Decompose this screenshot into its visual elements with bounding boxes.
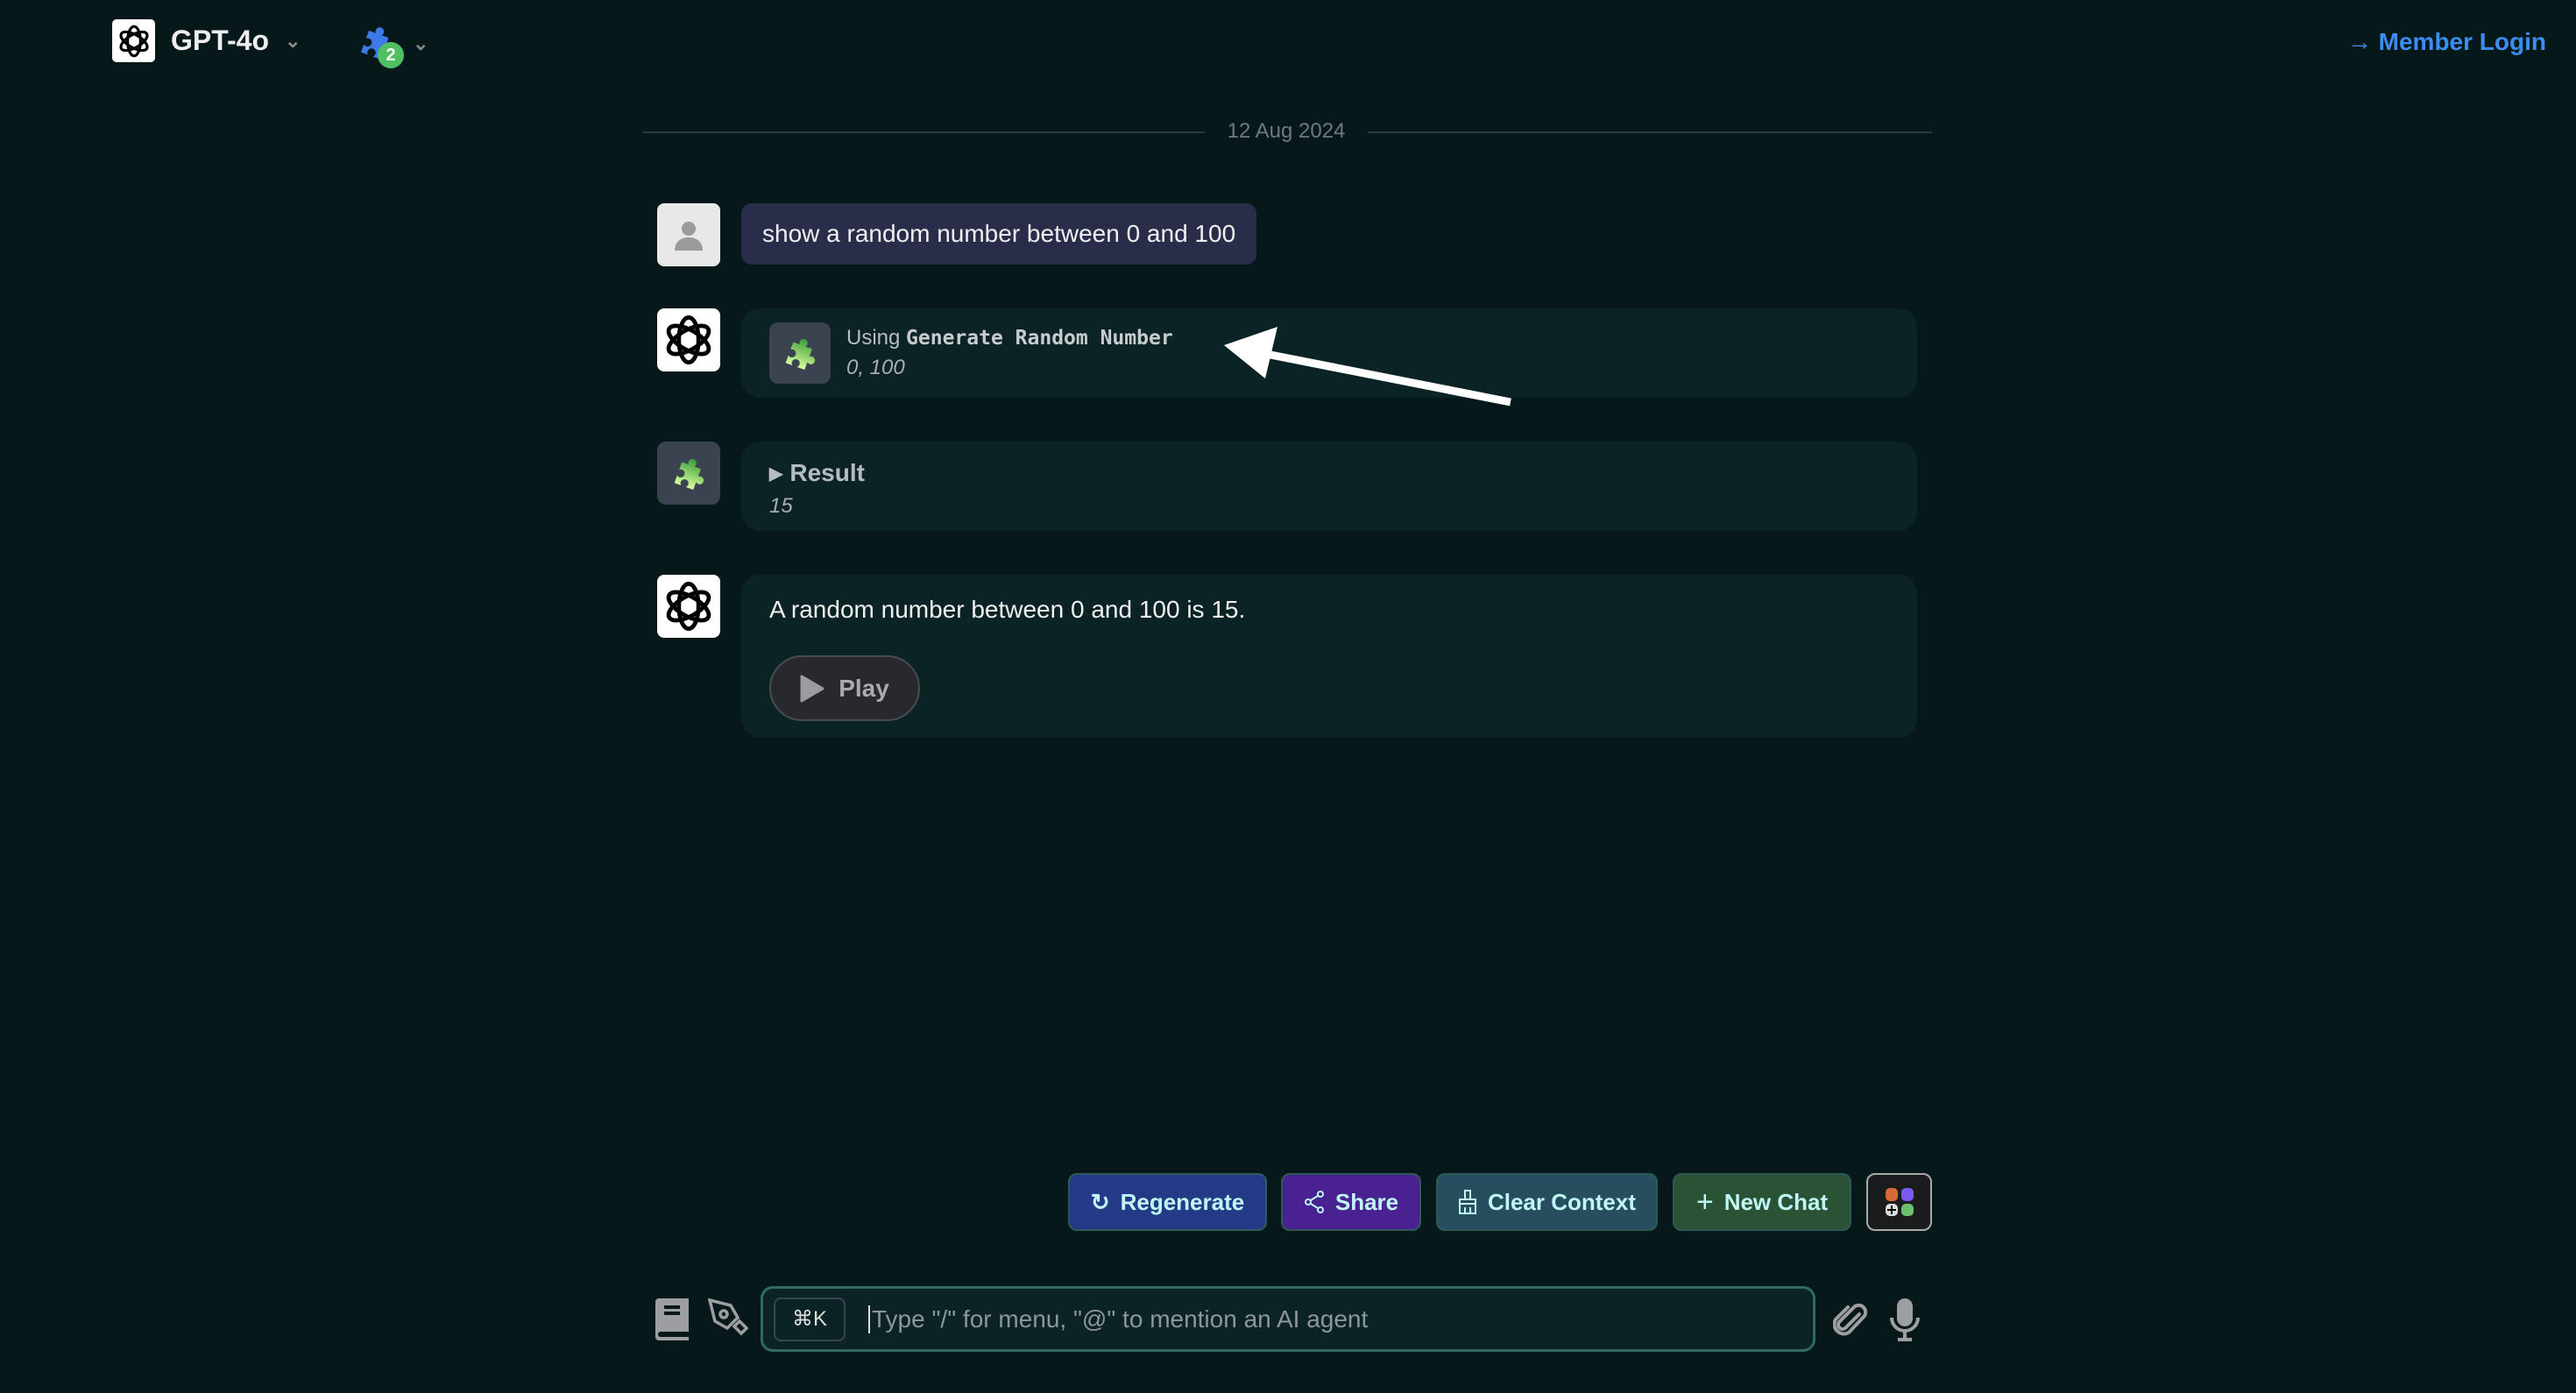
share-icon <box>1304 1191 1324 1213</box>
plugin-count-badge: 2 <box>378 42 404 68</box>
chevron-down-icon: ⌄ <box>413 32 429 54</box>
plugin-selector[interactable]: 2 ⌄ <box>355 21 429 68</box>
play-button[interactable]: Play <box>769 655 920 721</box>
result-value: 15 <box>769 494 793 518</box>
broom-icon <box>1458 1190 1476 1214</box>
regenerate-label: Regenerate <box>1120 1188 1245 1215</box>
result-card: ▶ Result 15 <box>741 442 1917 531</box>
caret-right-icon: ▶ <box>769 463 783 484</box>
tool-name: Generate Random Number <box>906 327 1173 350</box>
play-icon <box>800 675 824 702</box>
apps-button[interactable] <box>1866 1173 1932 1231</box>
member-login-link[interactable]: → Member Login <box>2347 28 2546 56</box>
openai-logo-icon <box>112 19 155 62</box>
chat-input-placeholder: Type "/" for menu, "@" to mention an AI … <box>868 1305 1368 1333</box>
chat-input[interactable]: ⌘K Type "/" for menu, "@" to mention an … <box>761 1286 1815 1352</box>
regenerate-button[interactable]: ↻ Regenerate <box>1068 1173 1267 1231</box>
assistant-avatar <box>657 575 720 638</box>
tool-prefix: Using <box>846 326 901 350</box>
apps-grid-icon <box>1885 1188 1914 1216</box>
refresh-icon: ↻ <box>1090 1188 1110 1215</box>
answer-text: A random number between 0 and 100 is 15. <box>769 596 1246 623</box>
new-chat-button[interactable]: + New Chat <box>1673 1173 1851 1231</box>
date-label: 12 Aug 2024 <box>1205 119 1368 144</box>
pen-tool-icon[interactable] <box>707 1298 749 1343</box>
clear-context-label: Clear Context <box>1487 1188 1637 1215</box>
user-avatar <box>657 203 720 266</box>
annotation-arrow <box>1224 327 1511 407</box>
clear-context-button[interactable]: Clear Context <box>1436 1173 1658 1231</box>
command-k-shortcut[interactable]: ⌘K <box>774 1297 846 1341</box>
prompt-library-book-icon[interactable] <box>652 1298 690 1345</box>
puzzle-icon <box>769 322 831 384</box>
result-toggle[interactable]: ▶ Result <box>769 459 1889 487</box>
tool-args: 0, 100 <box>846 356 905 379</box>
assistant-avatar <box>657 308 720 371</box>
share-button[interactable]: Share <box>1281 1173 1421 1231</box>
model-selector[interactable]: GPT-4o ⌄ <box>112 19 301 62</box>
result-label: Result <box>789 459 865 486</box>
microphone-icon[interactable] <box>1889 1297 1921 1347</box>
share-label: Share <box>1334 1188 1399 1215</box>
play-label: Play <box>839 674 889 702</box>
tool-avatar-puzzle-icon <box>657 442 720 505</box>
user-message: show a random number between 0 and 100 <box>741 203 1257 265</box>
chevron-down-icon: ⌄ <box>285 29 301 52</box>
puzzle-icon: 2 <box>355 21 404 68</box>
plus-icon: + <box>1695 1184 1714 1219</box>
attach-paperclip-icon[interactable] <box>1832 1300 1868 1343</box>
new-chat-label: New Chat <box>1723 1188 1829 1215</box>
model-name: GPT-4o <box>171 25 270 56</box>
assistant-message: A random number between 0 and 100 is 15.… <box>741 575 1917 738</box>
